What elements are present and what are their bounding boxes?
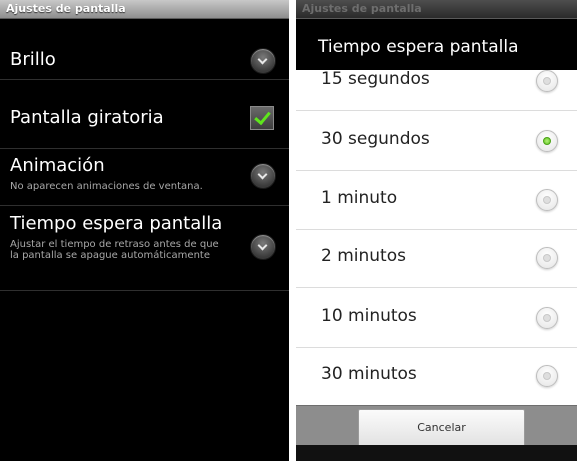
- chevron-down-icon: [250, 48, 276, 74]
- settings-screen: Ajustes de pantalla Brillo Pantalla gira…: [0, 0, 289, 461]
- setting-auto-rotate[interactable]: Pantalla giratoria: [0, 88, 289, 149]
- option-label: 10 minutos: [321, 306, 417, 326]
- list-item[interactable]: 15 segundos: [296, 70, 577, 111]
- radio-button[interactable]: [536, 365, 558, 387]
- setting-summary: No aparecen animaciones de ventana.: [10, 181, 203, 192]
- dialog-title-bar: Tiempo espera pantalla: [296, 27, 577, 70]
- cancel-label: Cancelar: [417, 421, 466, 434]
- setting-label: Pantalla giratoria: [10, 107, 164, 128]
- option-label: 2 minutos: [321, 246, 406, 266]
- cancel-button[interactable]: Cancelar: [358, 409, 525, 447]
- option-label: 1 minuto: [321, 188, 398, 208]
- setting-animation[interactable]: Animación No aparecen animaciones de ven…: [0, 149, 289, 206]
- option-label: 30 minutos: [321, 364, 417, 384]
- setting-label: Tiempo espera pantalla: [10, 213, 223, 234]
- bottom-edge: [296, 445, 577, 461]
- setting-screen-timeout[interactable]: Tiempo espera pantalla Ajustar el tiempo…: [0, 206, 289, 291]
- rotate-checkbox[interactable]: [250, 106, 274, 130]
- setting-label: Brillo: [10, 49, 56, 70]
- screen-title: Ajustes de pantalla: [302, 2, 422, 15]
- list-item[interactable]: 30 segundos: [296, 111, 577, 171]
- setting-brightness[interactable]: Brillo: [0, 19, 289, 80]
- chevron-down-icon: [250, 163, 276, 189]
- list-item[interactable]: 1 minuto: [296, 170, 577, 230]
- chevron-down-icon: [250, 234, 276, 260]
- setting-summary: Ajustar el tiempo de retraso antes de qu…: [10, 239, 219, 261]
- list-item[interactable]: 30 minutos: [296, 346, 577, 405]
- radio-button-selected[interactable]: [536, 130, 558, 152]
- dialog-title: Tiempo espera pantalla: [318, 37, 519, 57]
- timeout-dialog-screen: Ajustes de pantalla Tiempo espera pantal…: [296, 0, 577, 461]
- list-item[interactable]: 10 minutos: [296, 288, 577, 348]
- list-item[interactable]: 2 minutos: [296, 228, 577, 288]
- option-label: 15 segundos: [321, 70, 430, 89]
- radio-button[interactable]: [536, 189, 558, 211]
- screen-title: Ajustes de pantalla: [6, 2, 126, 15]
- radio-button[interactable]: [536, 70, 558, 92]
- option-label: 30 segundos: [321, 129, 430, 149]
- title-bar: Ajustes de pantalla: [296, 0, 577, 19]
- title-bar: Ajustes de pantalla: [0, 0, 289, 19]
- timeout-options-list[interactable]: 15 segundos 30 segundos 1 minuto 2 minut…: [296, 70, 577, 405]
- setting-label: Animación: [10, 155, 105, 176]
- radio-button[interactable]: [536, 307, 558, 329]
- radio-button[interactable]: [536, 247, 558, 269]
